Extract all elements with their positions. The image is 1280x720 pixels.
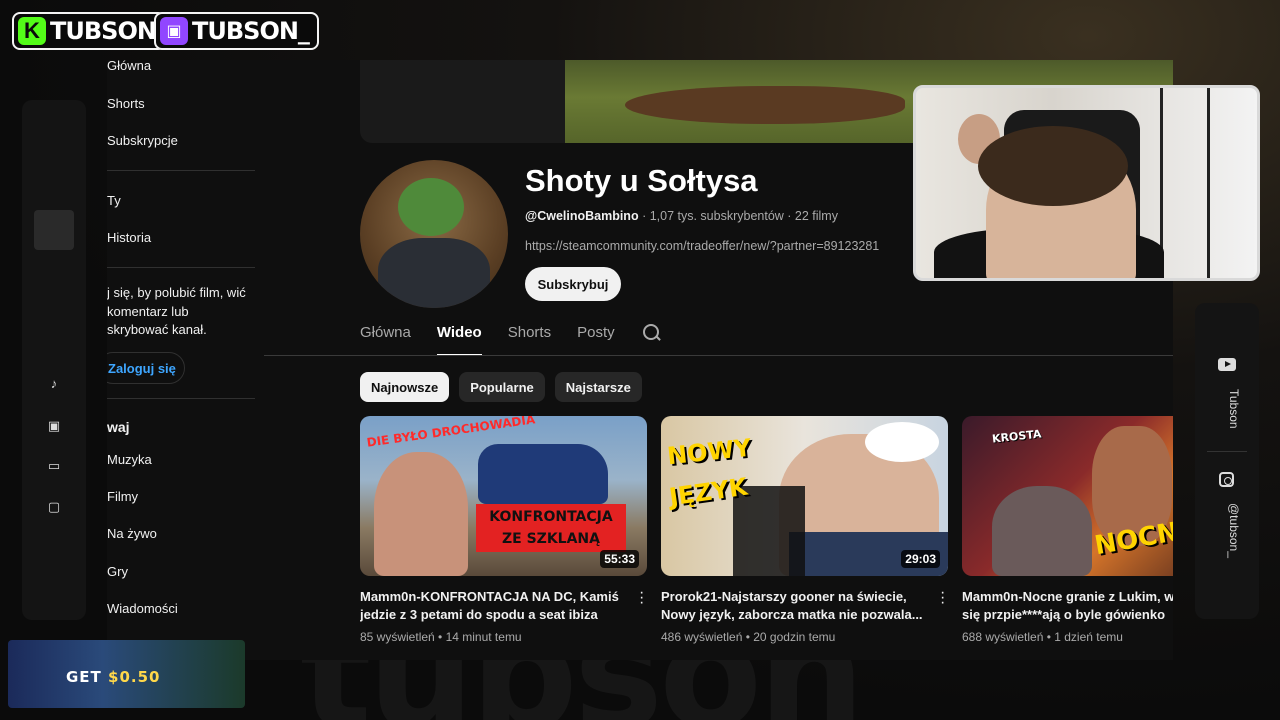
- tab-posts[interactable]: Posty: [577, 322, 615, 356]
- sidebar-item-you[interactable]: Ty: [107, 193, 121, 208]
- chip-popular[interactable]: Popularne: [459, 372, 545, 402]
- signin-button[interactable]: Zaloguj się: [107, 352, 185, 384]
- sidebar-item-shorts[interactable]: Shorts: [107, 96, 145, 111]
- left-rail: ♪ ▣ ▭ ▢: [22, 100, 86, 620]
- video-card[interactable]: NOWY JĘZYK 29:03 Prorok21-Najstarszy goo…: [661, 416, 948, 644]
- video-card[interactable]: KROSTA NOCNE G Mamm0n-Nocne granie z Luk…: [962, 416, 1173, 644]
- instagram-icon: [1219, 472, 1234, 487]
- sidebar-divider: [107, 398, 255, 399]
- webcam-hair: [978, 126, 1128, 206]
- channel-tabs: Główna Wideo Shorts Posty: [360, 322, 661, 356]
- avatar-suit: [378, 238, 490, 308]
- subscribe-button[interactable]: Subskrybuj: [525, 267, 621, 301]
- sidebar-item-music[interactable]: Muzyka: [107, 452, 152, 467]
- tabs-divider: [264, 355, 1173, 356]
- video-meta: 688 wyświetleń • 1 dzień temu: [962, 630, 1123, 644]
- webcam-overlay: [913, 85, 1260, 281]
- channel-meta: @CwelinoBambino · 1,07 tys. subskrybentó…: [525, 209, 838, 223]
- twitch-name: TUBSON_: [192, 17, 310, 45]
- video-title[interactable]: Prorok21-Najstarszy gooner na świecie, N…: [661, 588, 926, 624]
- music-note-icon[interactable]: ♪: [46, 376, 62, 392]
- video-thumbnail[interactable]: KROSTA NOCNE G: [962, 416, 1173, 576]
- video-card[interactable]: DIE BYŁO DROCHOWADIA KONFRONTACJA ZE SZK…: [360, 416, 647, 644]
- ad-amount: $0.50: [108, 668, 161, 686]
- youtube-icon: [1218, 358, 1236, 371]
- kick-badge: K TUBSON: [12, 12, 166, 50]
- image-icon[interactable]: ▢: [46, 499, 62, 515]
- more-options-icon[interactable]: · · ·: [940, 585, 945, 611]
- subscribe-label: Subskrybuj: [537, 276, 609, 292]
- sidebar-item-home[interactable]: Główna: [107, 60, 151, 73]
- thumb-face: [992, 486, 1092, 576]
- sidebar-item-movies[interactable]: Filmy: [107, 489, 138, 504]
- instagram-handle: @tubson_: [1227, 503, 1241, 558]
- tab-videos[interactable]: Wideo: [436, 322, 482, 356]
- sidebar-item-news[interactable]: Wiadomości: [107, 601, 178, 616]
- sidebar-item-live[interactable]: Na żywo: [107, 526, 157, 541]
- ad-prefix: GET: [66, 668, 102, 686]
- twitch-icon: ▣: [160, 17, 188, 45]
- video-meta: 486 wyświetleń • 20 godzin temu: [661, 630, 836, 644]
- sidebar-item-history[interactable]: Historia: [107, 230, 151, 245]
- sidebar-explore-heading: waj: [107, 419, 130, 435]
- ad-text: GET $0.50: [66, 668, 160, 686]
- sidebar-divider: [107, 267, 255, 268]
- channel-link[interactable]: https://steamcommunity.com/tradeoffer/ne…: [525, 239, 905, 253]
- tab-shorts[interactable]: Shorts: [508, 322, 551, 356]
- video-duration: 29:03: [901, 550, 940, 568]
- thumb-car: [478, 444, 608, 504]
- channel-stats: · 1,07 tys. subskrybentów · 22 filmy: [638, 209, 838, 223]
- tab-home[interactable]: Główna: [360, 322, 411, 356]
- video-thumbnail[interactable]: DIE BYŁO DROCHOWADIA KONFRONTACJA ZE SZK…: [360, 416, 647, 576]
- signin-prompt: j się, by polubić film, wić komentarz lu…: [107, 285, 246, 337]
- thumb-face: [374, 452, 468, 576]
- search-icon[interactable]: [641, 322, 661, 342]
- rail-avatar: [34, 210, 74, 250]
- signin-button-label: Zaloguj się: [108, 360, 176, 376]
- video-icon[interactable]: ▣: [46, 418, 62, 434]
- yt-sidebar: Główna Shorts Subskrypcje Ty Historia j …: [107, 60, 257, 660]
- chip-newest[interactable]: Najnowsze: [360, 372, 450, 402]
- thumb-thought-bubble: [865, 422, 939, 462]
- channel-title: Shoty u Sołtysa: [525, 163, 758, 198]
- ad-banner[interactable]: GET $0.50: [8, 640, 245, 708]
- sort-chips: Najnowsze Popularne Najstarsze: [360, 372, 652, 402]
- thumb-overlay-top: KROSTA: [991, 427, 1042, 446]
- video-thumbnail[interactable]: NOWY JĘZYK 29:03: [661, 416, 948, 576]
- thumb-overlay-main: KONFRONTACJA ZE SZKLANĄ: [476, 504, 626, 552]
- banner-moose: [625, 86, 905, 124]
- sidebar-item-gaming[interactable]: Gry: [107, 564, 128, 579]
- twitch-badge: ▣ TUBSON_: [154, 12, 319, 50]
- sidebar-divider: [107, 170, 255, 171]
- video-title[interactable]: Mamm0n-Nocne granie z Lukim, wic się prz…: [962, 588, 1173, 624]
- avatar-frog: [398, 178, 464, 236]
- socials-divider: [1207, 451, 1247, 452]
- youtube-handle: Tubson: [1227, 389, 1241, 429]
- channel-avatar[interactable]: [360, 160, 508, 308]
- kick-name: TUBSON: [50, 17, 157, 45]
- video-meta: 85 wyświetleń • 14 minut temu: [360, 630, 522, 644]
- thumb-overlay-top: NOWY: [665, 433, 753, 471]
- socials-panel: Tubson @tubson_: [1195, 303, 1259, 619]
- film-icon[interactable]: ▭: [46, 458, 62, 474]
- chip-oldest[interactable]: Najstarsze: [554, 372, 642, 402]
- webcam-shelf: [1160, 88, 1210, 278]
- video-title[interactable]: Mamm0n-KONFRONTACJA NA DC, Kamiś jedzie …: [360, 588, 625, 624]
- sidebar-item-subscriptions[interactable]: Subskrypcje: [107, 133, 178, 148]
- more-options-icon[interactable]: · · ·: [639, 585, 644, 611]
- video-duration: 55:33: [600, 550, 639, 568]
- channel-handle: @CwelinoBambino: [525, 209, 639, 223]
- kick-icon: K: [18, 17, 46, 45]
